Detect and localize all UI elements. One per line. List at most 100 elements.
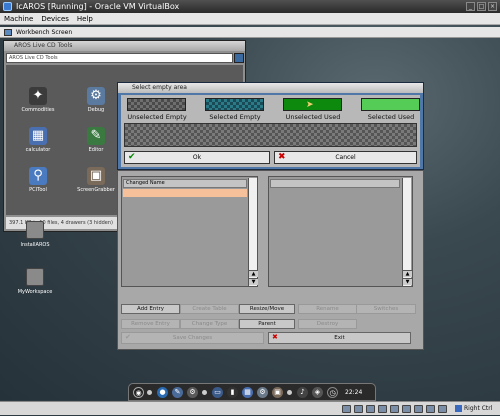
host-key-arrow-icon	[455, 405, 462, 412]
list-scrollbar[interactable]: ▲ ▼	[248, 178, 258, 286]
desktop-icon-installaros[interactable]: InstallAROS	[5, 221, 65, 248]
dialog-titlebar[interactable]: Select empty area	[118, 83, 423, 93]
usb-icon[interactable]	[390, 405, 399, 413]
settings-icon[interactable]: ⚙	[257, 387, 268, 398]
screengrabber-item[interactable]: ▣ ScreenGrabber	[68, 167, 124, 193]
dialog-body: Unselected Empty Selected Empty ➤ Unsele…	[121, 95, 420, 167]
editor-item[interactable]: ✎ Editor	[68, 127, 124, 153]
exit-button[interactable]: ✖ Exit	[268, 332, 411, 344]
parent-dir-button[interactable]	[234, 53, 244, 63]
swatch-selected-empty[interactable]	[205, 98, 264, 111]
video-capture-icon[interactable]	[426, 405, 435, 413]
debug-item[interactable]: ⚙ Debug	[68, 87, 124, 113]
scroll-up-icon[interactable]: ▲	[249, 270, 258, 277]
workspace-icon	[26, 268, 44, 286]
dock-clock: 22:24	[345, 389, 363, 396]
path-field[interactable]: AROS Live CD Tools	[6, 53, 233, 63]
empty-area-preview[interactable]	[124, 123, 417, 147]
commodities-item[interactable]: ✦ Commodities	[10, 87, 66, 113]
scroll-down-icon[interactable]: ▼	[249, 278, 258, 285]
calculator-icon: ▦	[29, 127, 47, 145]
host-key-indicator: Right Ctrl	[455, 402, 492, 416]
shared-folder-icon[interactable]	[402, 405, 411, 413]
partition-scrollbar[interactable]: ▲ ▼	[402, 178, 412, 286]
host-menubar: Machine Devices Help	[0, 13, 500, 25]
resize-move-button[interactable]: Resize/Move	[239, 304, 295, 314]
select-empty-area-dialog: Select empty area Unselected Empty Selec…	[117, 82, 424, 170]
cancel-icon: ✖	[278, 152, 286, 162]
tool-icon[interactable]: ✎	[172, 387, 183, 398]
swatch-unselected-used[interactable]: ➤	[283, 98, 342, 111]
remove-entry-button[interactable]: Remove Entry	[121, 319, 180, 329]
rename-button[interactable]: Rename	[298, 304, 357, 314]
dock-separator-icon	[202, 390, 207, 395]
scroll-down-icon[interactable]: ▼	[403, 278, 412, 285]
host-title: IcAROS [Running] - Oracle VM VirtualBox	[16, 2, 180, 11]
host-statusbar: Right Ctrl	[0, 401, 500, 415]
globe-icon[interactable]: ●	[157, 387, 168, 398]
mouse-pointer-icon: ➤	[306, 100, 314, 110]
workbench-screen-bar: Workbench Screen	[0, 27, 500, 38]
minimize-icon[interactable]: _	[466, 2, 475, 11]
debug-icon: ⚙	[87, 87, 105, 105]
network-icon[interactable]: ◈	[312, 387, 323, 398]
display-icon[interactable]: ▣	[272, 387, 283, 398]
checkmark-icon: ✔	[128, 152, 136, 162]
switches-button[interactable]: Switches	[356, 304, 416, 314]
partition-header	[270, 179, 400, 188]
close-icon[interactable]: ×	[488, 2, 497, 11]
destroy-button[interactable]: Destroy	[298, 319, 357, 329]
cancel-button[interactable]: ✖ Cancel	[274, 151, 417, 164]
network-adapter-icon[interactable]	[378, 405, 387, 413]
dock-bar: ◉ ● ✎ ⚙ ▭ ▮ ▦ ⚙ ▣ ♪ ◈ ◷ 22:24	[128, 383, 376, 401]
save-icon: ✔	[125, 333, 131, 341]
aros-logo-icon[interactable]: ◉	[133, 387, 144, 398]
optical-drive-icon[interactable]	[354, 405, 363, 413]
virtualbox-icon	[3, 2, 12, 11]
menu-machine[interactable]: Machine	[0, 13, 37, 24]
menu-help[interactable]: Help	[73, 13, 97, 24]
mouse-integration-icon[interactable]	[438, 405, 447, 413]
dock-separator-icon	[287, 390, 292, 395]
label-selected-used: Selected Used	[367, 113, 415, 121]
dock-separator-icon	[147, 390, 152, 395]
partition-map-pane[interactable]: ▲ ▼	[268, 176, 413, 287]
terminal-icon[interactable]: ▮	[227, 387, 238, 398]
harddisk-icon[interactable]	[342, 405, 351, 413]
cancel-icon: ✖	[272, 333, 278, 341]
computer-icon[interactable]: ▭	[212, 387, 223, 398]
gear-icon[interactable]: ⚙	[187, 387, 198, 398]
host-titlebar: IcAROS [Running] - Oracle VM VirtualBox …	[0, 0, 500, 13]
audio-icon[interactable]	[366, 405, 375, 413]
list-header: Changed Name	[123, 179, 247, 188]
desktop-icon-myworkspace[interactable]: MyWorkspace	[5, 268, 65, 295]
ok-button[interactable]: ✔ Ok	[124, 151, 270, 164]
commodities-icon: ✦	[29, 87, 47, 105]
sound-icon[interactable]: ♪	[297, 387, 308, 398]
menu-devices[interactable]: Devices	[37, 13, 73, 24]
change-type-button[interactable]: Change Type	[180, 319, 239, 329]
dialog-title: Select empty area	[132, 84, 187, 91]
live-cd-tools-titlebar[interactable]: AROS Live CD Tools	[4, 41, 245, 51]
add-entry-button[interactable]: Add Entry	[121, 304, 180, 314]
pcitool-item[interactable]: ⚲ PCITool	[10, 167, 66, 193]
calculator-item[interactable]: ▦ calculator	[10, 127, 66, 153]
calculator-icon[interactable]: ▦	[242, 387, 253, 398]
pcitool-icon: ⚲	[29, 167, 47, 185]
changes-list-pane[interactable]: Changed Name ▲ ▼	[121, 176, 258, 287]
create-table-button[interactable]: Create Table	[180, 304, 239, 314]
display-capture-icon[interactable]	[414, 405, 423, 413]
parent-button[interactable]: Parent	[239, 319, 295, 329]
window-title: AROS Live CD Tools	[14, 42, 73, 49]
swatch-selected-used[interactable]	[361, 98, 420, 111]
label-selected-empty: Selected Empty	[209, 113, 261, 121]
editor-icon: ✎	[87, 127, 105, 145]
screengrabber-icon: ▣	[87, 167, 105, 185]
swatch-unselected-empty[interactable]	[127, 98, 186, 111]
installer-icon	[26, 221, 44, 239]
save-changes-button[interactable]: ✔ Save Changes	[121, 332, 264, 344]
maximize-icon[interactable]: □	[477, 2, 486, 11]
selected-row[interactable]	[123, 189, 247, 197]
label-unselected-empty: Unselected Empty	[127, 113, 187, 121]
scroll-up-icon[interactable]: ▲	[403, 270, 412, 277]
